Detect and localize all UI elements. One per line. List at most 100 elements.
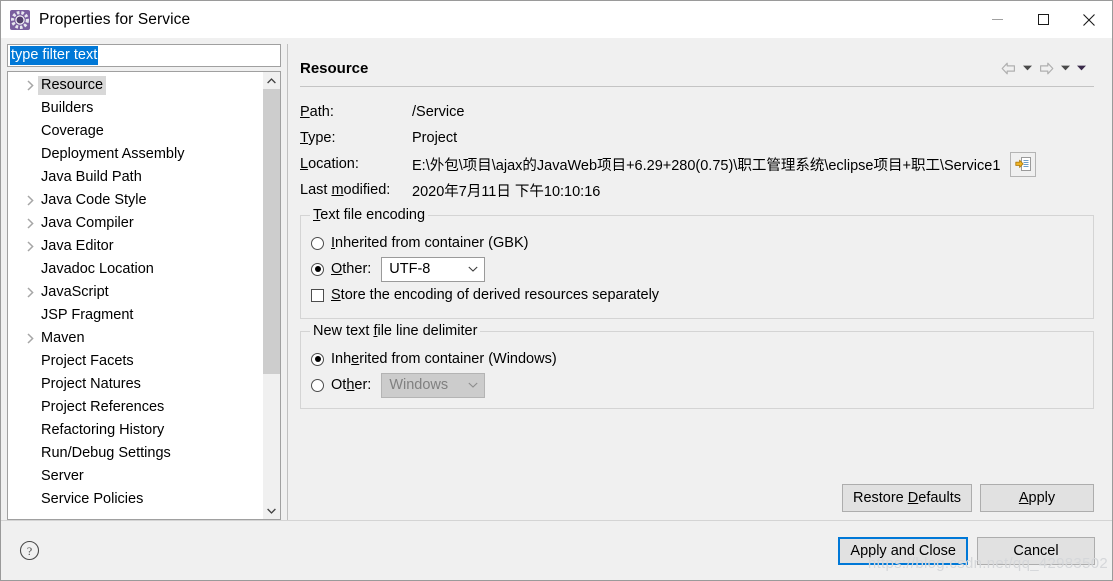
- sidebar-item-label: JSP Fragment: [41, 307, 134, 323]
- last-modified-row: Last modified: 2020年7月11日 下午10:10:16: [300, 177, 1094, 203]
- delimiter-other-label: Other:: [331, 377, 372, 393]
- apply-label: Apply: [1018, 490, 1056, 506]
- sidebar-item-java-editor[interactable]: Java Editor: [8, 235, 262, 258]
- sidebar-item-project-references[interactable]: Project References: [8, 396, 262, 419]
- cancel-button[interactable]: Cancel: [977, 536, 1095, 565]
- sidebar-item-label: Builders: [41, 100, 94, 116]
- window-title: Properties for Service: [39, 10, 191, 28]
- delimiter-inherited-label: Inherited from container (Windows): [331, 351, 557, 367]
- page-content: Path: /Service Type: Project Location: E…: [288, 87, 1106, 484]
- sidebar-item-java-build-path[interactable]: Java Build Path: [8, 166, 262, 189]
- cog-icon: [10, 9, 30, 30]
- type-value: Project: [412, 130, 458, 146]
- location-row: Location: E:\外包\项目\ajax的JavaWeb项目+6.29+2…: [300, 151, 1094, 177]
- sidebar-item-project-natures[interactable]: Project Natures: [8, 373, 262, 396]
- scrollbar-track[interactable]: [263, 89, 280, 502]
- text-file-encoding-group: Text file encoding Inherited from contai…: [300, 207, 1094, 319]
- back-history-caret-down-icon[interactable]: [1020, 59, 1034, 77]
- chevron-right-icon: [22, 241, 38, 252]
- path-value: /Service: [412, 104, 465, 120]
- location-label: Location:: [300, 156, 359, 172]
- last-modified-label: Last modified:: [300, 182, 391, 198]
- sidebar-item-label: Refactoring History: [41, 422, 165, 438]
- sidebar-item-label: Java Code Style: [41, 192, 147, 208]
- search-input[interactable]: type filter text: [7, 44, 281, 67]
- page-menu-caret-down-icon[interactable]: [1074, 59, 1088, 77]
- sidebar-item-server[interactable]: Server: [8, 465, 262, 488]
- line-delimiter-group: New text file line delimiter Inherited f…: [300, 323, 1094, 409]
- sidebar-item-project-facets[interactable]: Project Facets: [8, 350, 262, 373]
- encoding-other-label: Other:: [331, 261, 372, 277]
- sidebar-item-deployment-assembly[interactable]: Deployment Assembly: [8, 143, 262, 166]
- encoding-other-radio[interactable]: [311, 262, 324, 276]
- sidebar-item-refactoring-history[interactable]: Refactoring History: [8, 419, 262, 442]
- sidebar-item-resource[interactable]: Resource: [8, 74, 262, 97]
- text-file-encoding-title: Text file encoding: [310, 207, 429, 223]
- arrow-left-icon[interactable]: [998, 59, 1018, 77]
- sidebar-item-label: Project References: [41, 399, 165, 415]
- chevron-right-icon: [22, 287, 38, 298]
- encoding-inherited-option[interactable]: Inherited from container (GBK): [311, 230, 1083, 256]
- cancel-label: Cancel: [1013, 542, 1059, 559]
- chevron-right-icon: [22, 218, 38, 229]
- sidebar-item-run-debug-settings[interactable]: Run/Debug Settings: [8, 442, 262, 465]
- sidebar-item-label: Java Editor: [41, 238, 114, 254]
- sidebar-item-label: JavaScript: [41, 284, 109, 300]
- encoding-other-option[interactable]: Other: UTF-8: [311, 256, 1083, 282]
- sidebar-item-jsp-fragment[interactable]: JSP Fragment: [8, 304, 262, 327]
- encoding-select[interactable]: UTF-8: [381, 256, 486, 282]
- encoding-inherited-radio[interactable]: [311, 236, 324, 250]
- page-title: Resource: [300, 59, 369, 77]
- dialog-footer: ? Apply and Close Cancel https://blog.cs…: [1, 521, 1112, 580]
- filter-text-value: type filter text: [10, 46, 99, 65]
- minimize-icon[interactable]: [974, 1, 1020, 38]
- apply-and-close-button[interactable]: Apply and Close: [838, 536, 968, 565]
- delimiter-inherited-option[interactable]: Inherited from container (Windows): [311, 346, 1083, 372]
- sidebar-item-java-compiler[interactable]: Java Compiler: [8, 212, 262, 235]
- store-derived-checkbox[interactable]: [311, 288, 324, 302]
- sidebar-item-maven[interactable]: Maven: [8, 327, 262, 350]
- store-derived-option[interactable]: Store the encoding of derived resources …: [311, 282, 1083, 308]
- dialog-body: type filter text Resource Builders Coverag…: [1, 38, 1112, 520]
- sidebar-item-label: Java Compiler: [41, 215, 134, 231]
- sidebar-item-label: Javadoc Location: [41, 261, 154, 277]
- browse-folder-icon[interactable]: [1010, 151, 1037, 177]
- restore-defaults-button[interactable]: Restore Defaults: [841, 484, 972, 512]
- scroll-up-button[interactable]: [263, 72, 280, 89]
- arrow-right-icon[interactable]: [1036, 59, 1056, 77]
- settings-tree: Resource Builders Coverage Deployment Assem…: [8, 72, 262, 519]
- forward-history-caret-down-icon[interactable]: [1058, 59, 1072, 77]
- sidebar-item-javascript[interactable]: JavaScript: [8, 281, 262, 304]
- sidebar-item-label: Service Policies: [41, 491, 144, 507]
- apply-button[interactable]: Apply: [980, 484, 1094, 512]
- sidebar-item-service-policies[interactable]: Service Policies: [8, 488, 262, 511]
- tree-scrollbar[interactable]: [262, 72, 280, 519]
- footer-buttons: Apply and Close Cancel: [838, 536, 1095, 565]
- delimiter-select-value: Windows: [389, 376, 449, 393]
- sidebar-item-label: Server: [41, 468, 84, 484]
- chevron-down-icon: [468, 380, 478, 391]
- close-icon[interactable]: [1066, 1, 1112, 38]
- delimiter-select: Windows: [381, 372, 486, 398]
- scrollbar-thumb[interactable]: [263, 89, 280, 374]
- sidebar-item-label: Coverage: [41, 123, 104, 139]
- location-value: E:\外包\项目\ajax的JavaWeb项目+6.29+280(0.75)\职…: [412, 157, 1001, 174]
- maximize-icon[interactable]: [1020, 1, 1066, 38]
- scroll-down-button[interactable]: [263, 502, 280, 519]
- delimiter-other-option[interactable]: Other: Windows: [311, 372, 1083, 398]
- sidebar-item-builders[interactable]: Builders: [8, 97, 262, 120]
- sidebar-item-label: Maven: [41, 330, 85, 346]
- page-action-buttons: Restore Defaults Apply: [288, 484, 1106, 520]
- sidebar-item-javadoc-location[interactable]: Javadoc Location: [8, 258, 262, 281]
- path-label: Path:: [300, 104, 334, 120]
- help-icon[interactable]: ?: [18, 540, 40, 562]
- line-delimiter-title: New text file line delimiter: [310, 323, 481, 339]
- delimiter-other-radio[interactable]: [311, 378, 324, 392]
- sidebar-item-coverage[interactable]: Coverage: [8, 120, 262, 143]
- sidebar-item-java-code-style[interactable]: Java Code Style: [8, 189, 262, 212]
- window-controls: [974, 1, 1112, 38]
- settings-tree-container: Resource Builders Coverage Deployment Assem…: [7, 71, 281, 520]
- sidebar-item-label: Java Build Path: [41, 169, 142, 185]
- delimiter-inherited-radio[interactable]: [311, 352, 324, 366]
- sidebar-item-label: Project Natures: [41, 376, 141, 392]
